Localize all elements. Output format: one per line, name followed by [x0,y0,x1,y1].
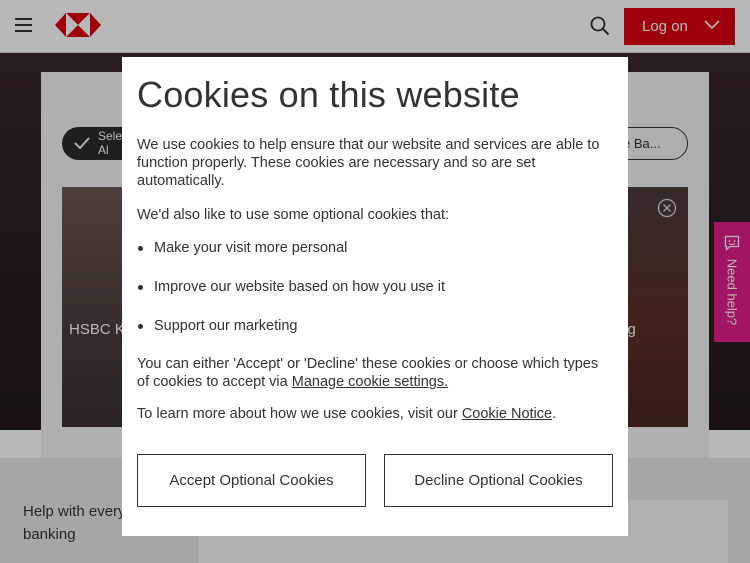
cookie-dialog-title: Cookies on this website [137,74,520,115]
list-item: Make your visit more personal [137,239,613,257]
optional-cookies-list: Make your visit more personal Improve ou… [137,239,613,335]
learn-more-period: . [552,406,557,422]
learn-more-text: To learn more about how we use cookies, … [137,405,613,423]
cookie-dialog: Cookies on this website We use cookies t… [122,57,628,536]
manage-cookie-settings-link[interactable]: Manage cookie settings. [292,374,448,390]
list-item: Support our marketing [137,317,613,335]
cookie-notice-link[interactable]: Cookie Notice [462,406,552,422]
accept-optional-cookies-button[interactable]: Accept Optional Cookies [137,454,366,507]
list-item: Improve our website based on how you use… [137,278,613,296]
decline-optional-cookies-button[interactable]: Decline Optional Cookies [384,454,613,507]
cookie-intro-text: We use cookies to help ensure that our w… [137,137,600,189]
learn-more-text-body: To learn more about how we use cookies, … [137,406,462,422]
accept-decline-text: You can either 'Accept' or 'Decline' the… [137,355,613,391]
optional-cookies-intro: We'd also like to use some optional cook… [137,207,450,223]
